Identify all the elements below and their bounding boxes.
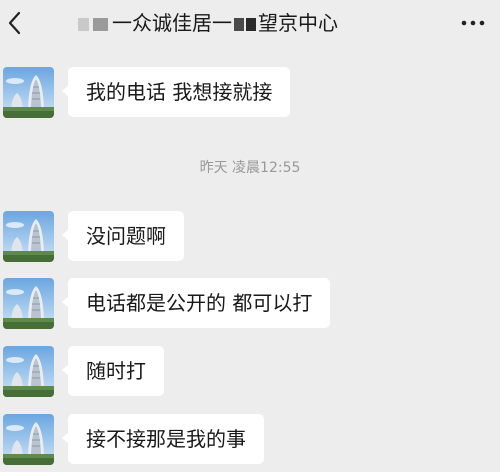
message-text: 没问题啊 bbox=[86, 224, 166, 248]
avatar[interactable] bbox=[3, 278, 54, 329]
message-text: 随时打 bbox=[86, 359, 146, 383]
avatar[interactable] bbox=[3, 346, 54, 397]
chevron-left-icon bbox=[8, 11, 21, 35]
message-text: 接不接那是我的事 bbox=[86, 427, 246, 451]
message-bubble[interactable]: 接不接那是我的事 bbox=[62, 414, 264, 464]
redacted-block bbox=[78, 18, 89, 31]
avatar-image bbox=[3, 211, 54, 262]
avatar[interactable] bbox=[3, 67, 54, 118]
chat-header: 一众诚佳居一 望京中心 bbox=[0, 0, 500, 46]
chat-title-suffix: 望京中心 bbox=[258, 11, 338, 35]
redacted-block bbox=[93, 18, 108, 31]
message-text: 电话都是公开的 都可以打 bbox=[86, 291, 313, 315]
message-bubble[interactable]: 随时打 bbox=[62, 346, 164, 396]
message-timestamp: 昨天 凌晨12:55 bbox=[199, 160, 301, 176]
avatar-image bbox=[3, 414, 54, 465]
avatar-image bbox=[3, 346, 54, 397]
message-bubble[interactable]: 我的电话 我想接就接 bbox=[61, 67, 291, 117]
more-dots-icon bbox=[461, 20, 485, 26]
message-bubble[interactable]: 电话都是公开的 都可以打 bbox=[61, 278, 331, 328]
avatar[interactable] bbox=[3, 211, 54, 262]
chat-title-text: 一众诚佳居一 bbox=[112, 11, 232, 35]
avatar-image bbox=[3, 67, 54, 118]
message-text: 我的电话 我想接就接 bbox=[86, 80, 273, 104]
avatar[interactable] bbox=[3, 414, 54, 465]
more-options-button[interactable] bbox=[456, 12, 490, 34]
chat-title: 一众诚佳居一 望京中心 bbox=[78, 8, 428, 38]
back-button[interactable] bbox=[2, 6, 30, 40]
message-bubble[interactable]: 没问题啊 bbox=[62, 211, 184, 261]
avatar-image bbox=[3, 278, 54, 329]
redacted-block bbox=[246, 18, 256, 31]
redacted-block bbox=[234, 18, 244, 31]
